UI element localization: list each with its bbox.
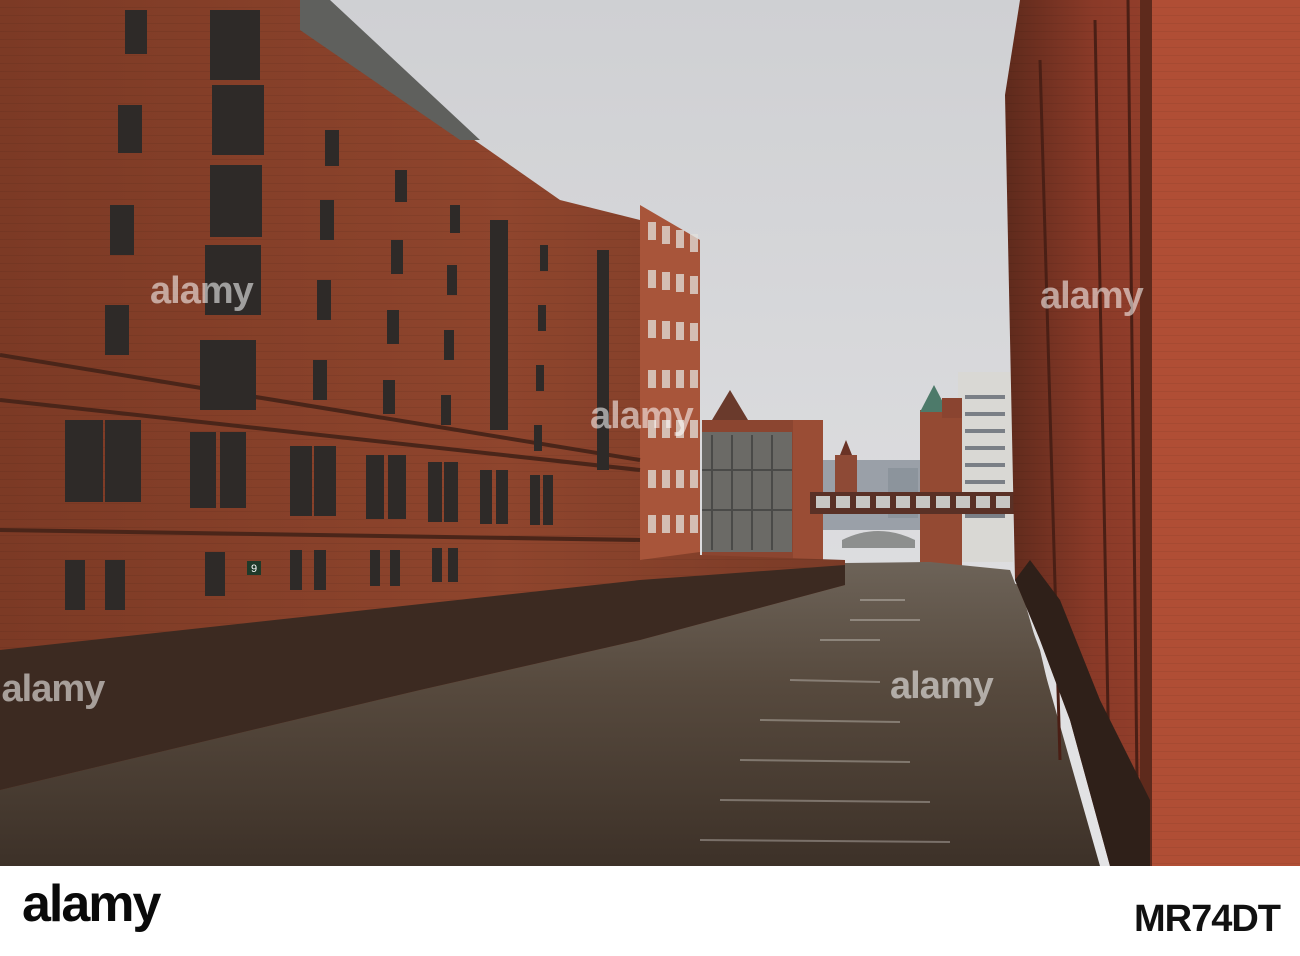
image-id: MR74DT (1133, 898, 1281, 940)
alamy-logo[interactable]: alamy (22, 878, 161, 930)
footer-bar (0, 866, 1300, 956)
photo-page: 9 alamy alamy alamy alamy alamy alamy MR… (0, 0, 1300, 956)
building-number: 9 (251, 563, 257, 575)
canal-photo: 9 (0, 0, 1300, 866)
